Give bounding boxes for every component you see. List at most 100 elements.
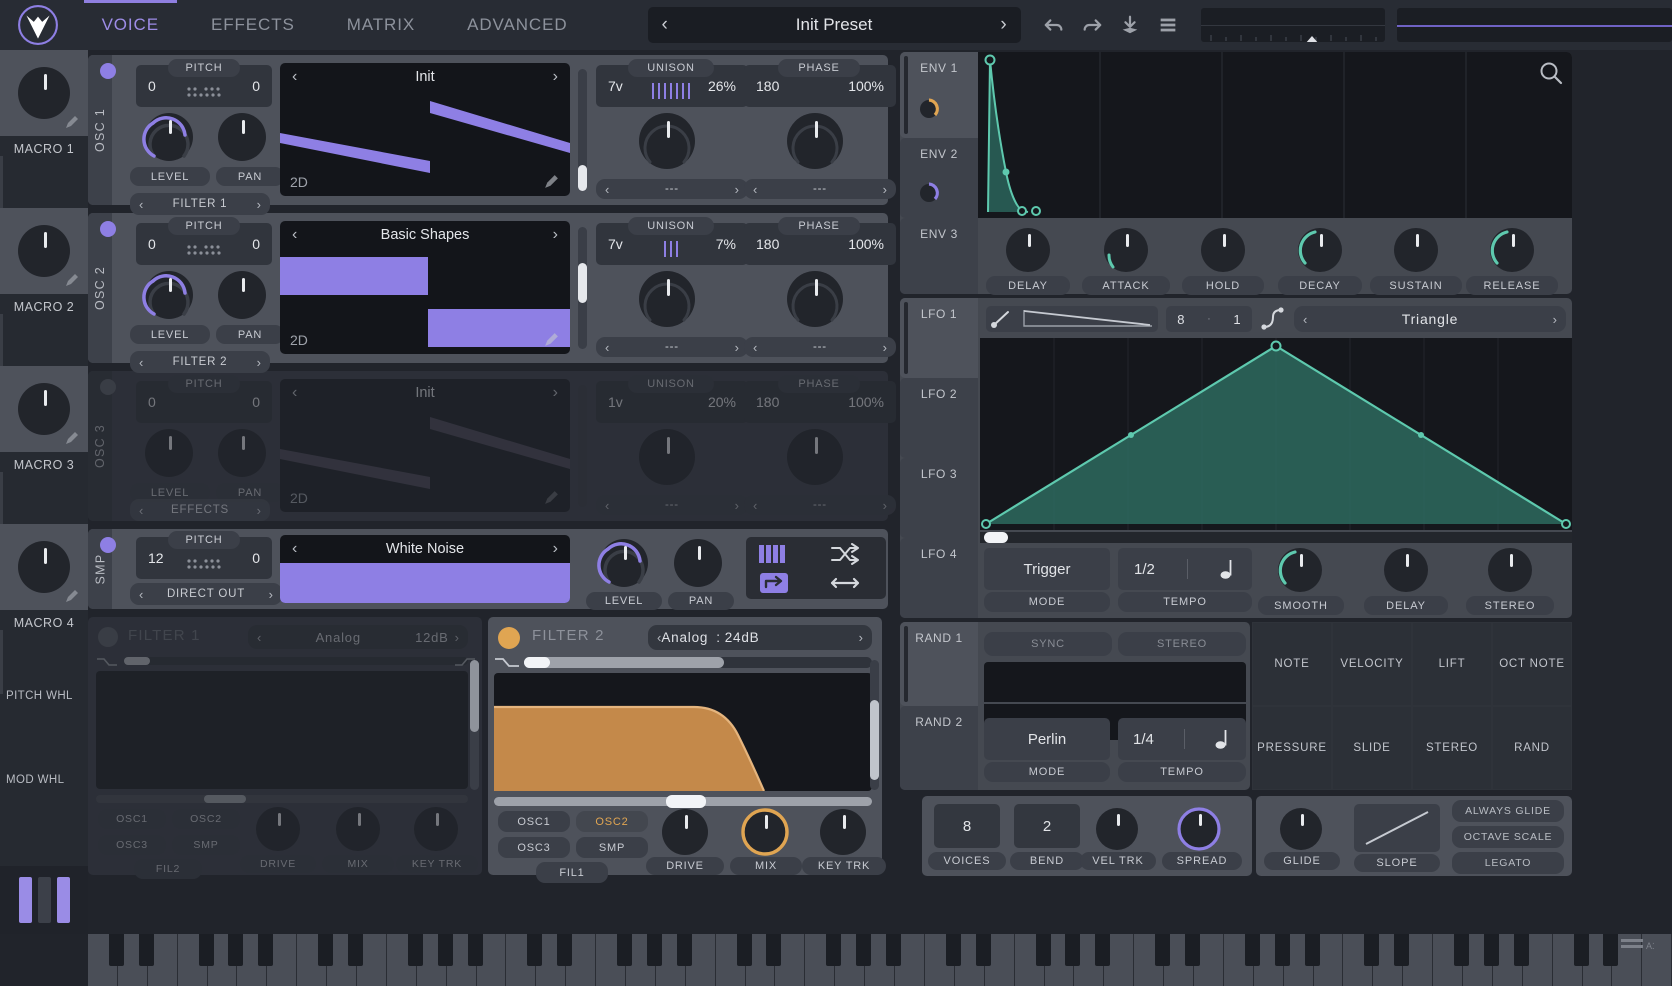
osc-3-level-knob[interactable] (145, 429, 193, 477)
black-key[interactable] (1514, 934, 1529, 966)
env-decay-knob[interactable] (1298, 228, 1342, 272)
black-key[interactable] (139, 934, 154, 966)
osc-1-phase-value[interactable]: 180 (744, 78, 791, 94)
osc-2-wavetable-scroll-thumb[interactable] (578, 263, 587, 303)
osc-2-phase-value[interactable]: 180 (744, 236, 791, 252)
filter-2-input-osc1[interactable]: OSC1 (498, 811, 570, 832)
osc-1-phase-rand[interactable]: 100% (836, 78, 896, 94)
sampler-pitch-cents[interactable]: 0 (240, 550, 272, 566)
filter-2-response-graph[interactable] (494, 673, 872, 791)
menu-icon[interactable] (1157, 14, 1179, 36)
filter-1-mix-knob[interactable] (336, 807, 380, 851)
black-key[interactable] (766, 934, 781, 966)
lfo-3-tab[interactable]: LFO 3 (900, 458, 978, 538)
filter-1-input-fil2[interactable]: FIL2 (134, 859, 202, 879)
macro-3-knob[interactable] (18, 383, 70, 435)
filter-1-input-osc1[interactable]: OSC1 (98, 809, 166, 829)
osc-2-level-knob[interactable] (145, 271, 193, 319)
lfo-shape-name[interactable]: Triangle (1307, 311, 1552, 327)
osc-2-edit-icon[interactable] (543, 331, 560, 348)
filter-1-input-smp[interactable]: SMP (172, 835, 240, 855)
black-key[interactable] (318, 934, 333, 966)
white-key[interactable] (716, 934, 746, 986)
osc-2-phase-knob[interactable] (787, 271, 843, 327)
black-key[interactable] (527, 934, 542, 966)
black-key[interactable] (1275, 934, 1290, 966)
lfo-grid-denominator[interactable]: 1 (1233, 312, 1240, 327)
loop-icon[interactable] (758, 571, 792, 595)
sampler-display[interactable]: ‹ White Noise › (280, 535, 570, 603)
filter-1-cutoff-slider-thumb[interactable] (204, 795, 246, 803)
quarter-note-icon[interactable] (1220, 558, 1236, 580)
lfo-shape-preview[interactable] (1022, 308, 1154, 330)
search-icon[interactable] (1538, 60, 1564, 86)
rand-stereo-toggle[interactable]: STEREO (1118, 632, 1246, 656)
env-hold-knob[interactable] (1201, 228, 1245, 272)
midi-keyboard[interactable] (88, 934, 1672, 986)
tab-advanced[interactable]: ADVANCED (441, 0, 593, 50)
black-key[interactable] (1454, 934, 1469, 966)
osc-1-wavetable-next[interactable]: › (553, 68, 558, 86)
osc-2-unison-voices[interactable]: 7v (596, 236, 635, 252)
filter-1-drive-knob[interactable] (256, 807, 300, 851)
black-key[interactable] (258, 934, 273, 966)
filter-1-mix-slider-thumb[interactable] (124, 657, 150, 665)
rand-2-tab[interactable]: RAND 2 (900, 706, 978, 790)
filter-1-scrollbar-thumb[interactable] (470, 660, 479, 732)
osc-3-wavetable-next[interactable]: › (553, 384, 558, 402)
osc-2-wavetable-display[interactable]: ‹ Basic Shapes › 2D (280, 221, 570, 354)
mod-source-oct-note[interactable]: OCT NOTE (1492, 622, 1572, 706)
env-delay-knob[interactable] (1006, 228, 1050, 272)
filter-2-drive-knob[interactable] (662, 809, 708, 855)
osc-3-unison-detune-knob[interactable] (639, 429, 695, 485)
black-key[interactable] (1484, 934, 1499, 966)
mod-source-rand[interactable]: RAND (1492, 706, 1572, 790)
white-key[interactable] (1224, 934, 1254, 986)
env-sustain-knob[interactable] (1394, 228, 1438, 272)
mod-source-slide[interactable]: SLIDE (1332, 706, 1412, 790)
mod-source-pressure[interactable]: PRESSURE (1252, 706, 1332, 790)
white-key[interactable] (387, 934, 417, 986)
macro-1-knob-area[interactable] (0, 50, 88, 136)
paint-icon[interactable] (990, 309, 1016, 329)
mod-source-lift[interactable]: LIFT (1412, 622, 1492, 706)
lfo-tempo-value[interactable]: 1/2 (1118, 548, 1252, 590)
lfo-shape-next[interactable]: › (1553, 312, 1557, 327)
sampler-pitch-semitones[interactable]: 12 (136, 550, 176, 566)
env-1-mod-source-icon[interactable] (918, 98, 940, 120)
filter-2-scrollbar-thumb[interactable] (870, 700, 879, 780)
envelope-graph[interactable] (978, 52, 1572, 218)
filter-2-mix-slider-thumb[interactable] (524, 657, 550, 668)
black-key[interactable] (109, 934, 124, 966)
macro-2-knob[interactable] (18, 225, 70, 277)
osc-1-destination-row[interactable]: ‹ FILTER 1 › (130, 193, 270, 215)
preset-next-button[interactable]: › (1000, 14, 1006, 36)
osc-2-wavetable-name[interactable]: Basic Shapes (297, 227, 552, 243)
env-attack-knob[interactable] (1104, 228, 1148, 272)
osc-2-unison-mod-next[interactable]: › (735, 340, 739, 355)
env-3-tab[interactable]: ENV 3 (900, 218, 978, 294)
black-key[interactable] (976, 934, 991, 966)
rand-1-tab[interactable]: RAND 1 (900, 622, 978, 706)
osc-3-wavetable-name[interactable]: Init (297, 385, 552, 401)
osc-2-phase-mod-next[interactable]: › (883, 340, 887, 355)
osc-3-pitch-semitones[interactable]: 0 (136, 394, 168, 410)
mod-source-note[interactable]: NOTE (1252, 622, 1332, 706)
always-glide-button[interactable]: ALWAYS GLIDE (1452, 800, 1564, 822)
osc-1-wavetable-display[interactable]: ‹ Init › 2D (280, 63, 570, 196)
filter-1-response-graph[interactable] (96, 671, 468, 789)
white-key[interactable] (88, 934, 118, 986)
osc-3-unison-mod-next[interactable]: › (735, 498, 739, 513)
lfo-shape-row[interactable]: ‹ Triangle › (1294, 306, 1566, 332)
white-key[interactable] (925, 934, 955, 986)
white-key[interactable] (1015, 934, 1045, 986)
keytrack-icon[interactable] (758, 543, 792, 565)
white-key[interactable] (1553, 934, 1583, 986)
osc-1-pitch-cents[interactable]: 0 (240, 78, 272, 94)
lfo-grid-numerator[interactable]: 8 (1177, 312, 1184, 327)
sampler-enable-toggle[interactable] (100, 537, 116, 553)
lfo-graph[interactable] (980, 338, 1572, 530)
osc-1-unison-mod-row[interactable]: ‹ --- › (596, 179, 748, 199)
osc-1-pitch-semitones[interactable]: 0 (136, 78, 168, 94)
oscilloscope-display[interactable] (1201, 8, 1386, 42)
